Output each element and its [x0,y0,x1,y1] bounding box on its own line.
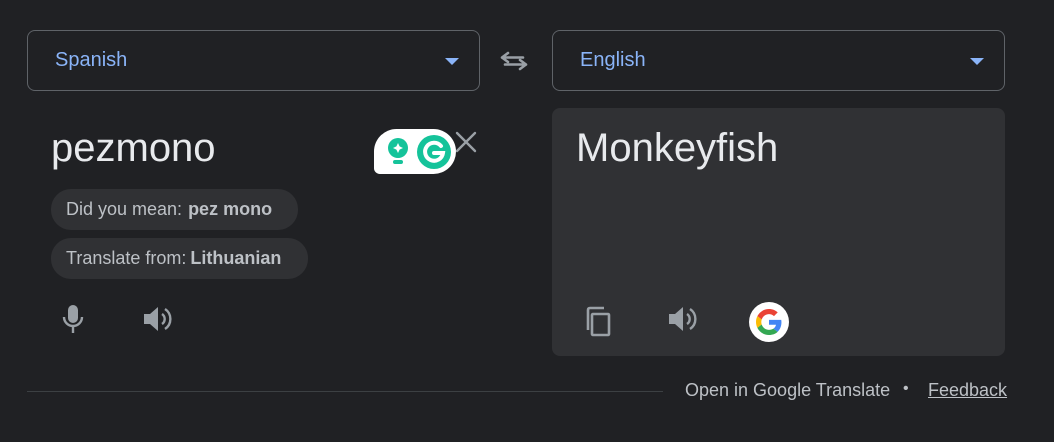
swap-arrows-icon [500,51,528,71]
translate-widget: Spanish English pezmono Did you mean: pe… [0,0,1054,442]
open-in-google-translate-link[interactable]: Open in Google Translate [685,380,890,401]
grammarly-icon [417,135,451,169]
target-language-label: English [580,49,646,71]
swap-languages-button[interactable] [496,44,532,78]
google-search-button[interactable] [749,302,789,342]
translation-output-panel: Monkeyfish [552,108,1005,356]
footer-divider [27,391,663,392]
copy-icon [586,306,611,337]
source-listen-button[interactable] [138,302,176,336]
lightbulb-icon [388,138,408,164]
source-language-label: Spanish [55,49,128,71]
chevron-down-icon [970,58,984,65]
footer-separator: • [903,380,909,397]
speaker-icon [669,307,697,331]
copy-translation-button[interactable] [580,304,616,340]
feedback-link[interactable]: Feedback [928,380,1007,401]
close-icon [455,131,477,153]
source-language-select[interactable]: Spanish [27,30,480,91]
translate-from-label: Translate from: [66,248,187,268]
target-language-select[interactable]: English [552,30,1005,91]
target-listen-button[interactable] [663,302,701,336]
source-text-input[interactable]: pezmono [51,126,216,171]
did-you-mean-label: Did you mean: [66,199,183,219]
did-you-mean-suggestion: pez mono [188,199,273,219]
translation-text: Monkeyfish [576,126,779,170]
speaker-icon [144,307,172,331]
grammarly-badge[interactable] [374,129,456,174]
microphone-button[interactable] [56,300,90,338]
chevron-down-icon [445,58,459,65]
microphone-icon [62,305,84,333]
clear-source-button[interactable] [450,126,482,158]
translate-from-language: Lithuanian [190,248,282,268]
did-you-mean-chip[interactable]: Did you mean: pez mono [51,189,298,230]
translate-from-chip[interactable]: Translate from: Lithuanian [51,238,308,279]
google-g-icon [756,309,782,335]
